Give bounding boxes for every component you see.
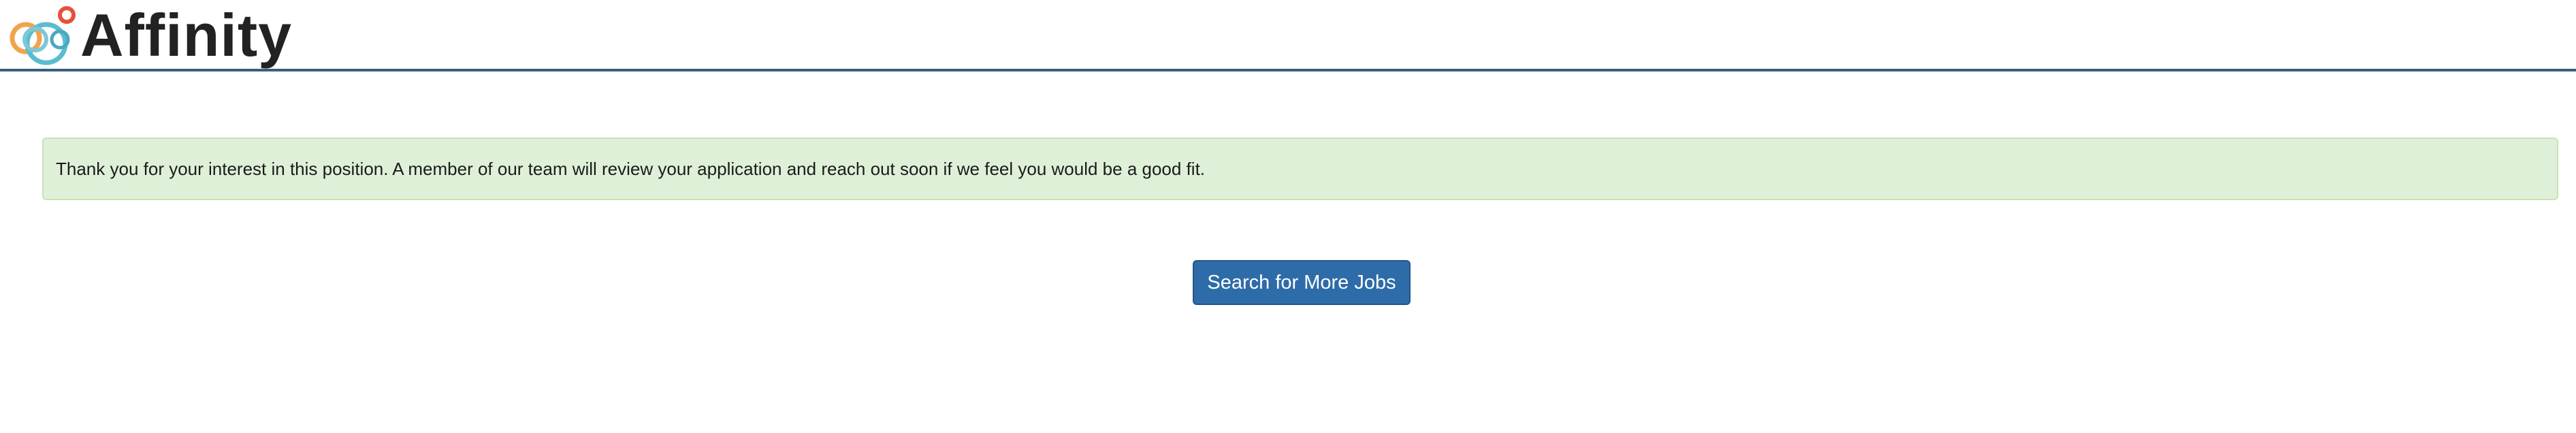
brand-logo[interactable]: Affinity [5, 4, 292, 67]
confirmation-message: Thank you for your interest in this posi… [56, 158, 1206, 179]
search-more-jobs-button[interactable]: Search for More Jobs [1193, 260, 1411, 305]
success-alert: Thank you for your interest in this posi… [42, 138, 2558, 200]
affinity-rings-logo-icon [10, 6, 76, 65]
brand-name: Affinity [80, 1, 293, 69]
site-header: Affinity [0, 0, 2576, 71]
